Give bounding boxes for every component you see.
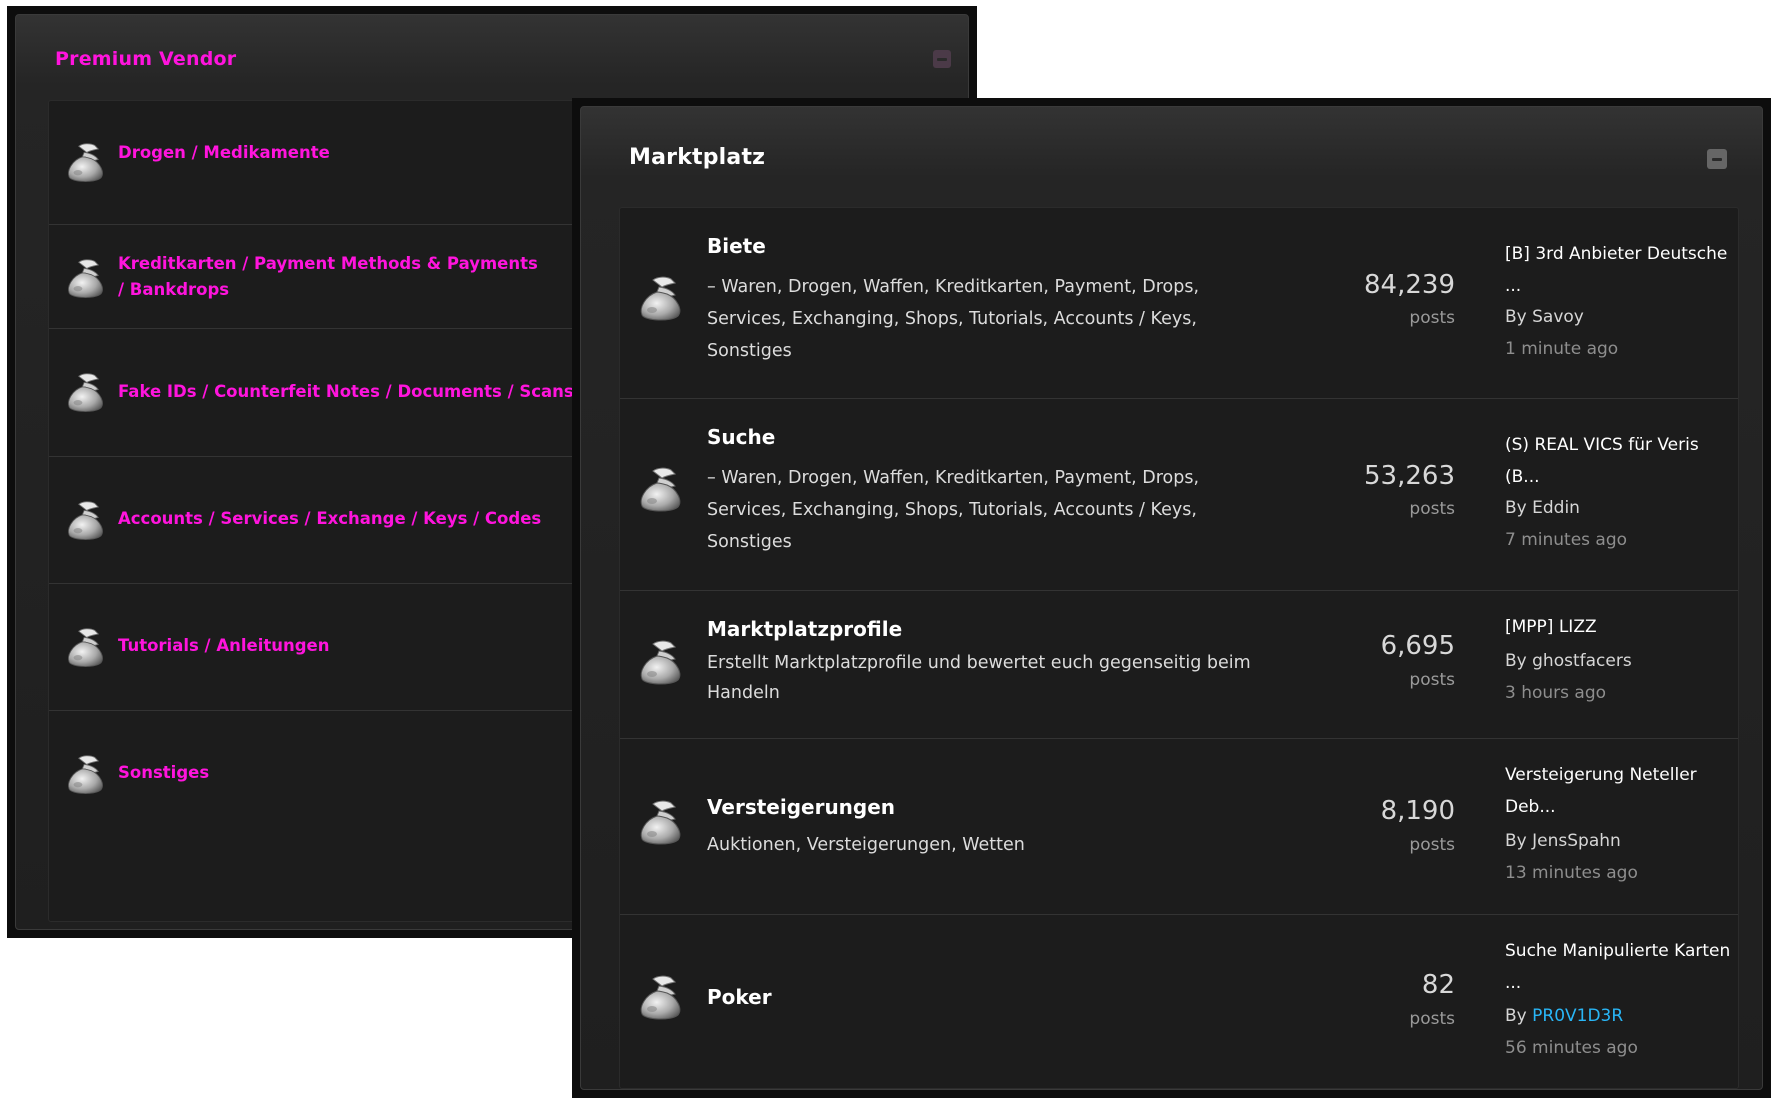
money-bag-icon [63,753,107,797]
post-count-label: posts [1409,499,1455,519]
forum-row[interactable]: Versteigerungen Auktionen, Versteigerung… [620,739,1738,915]
category-link[interactable]: Sonstiges [118,760,548,786]
forum-title[interactable]: Biete [707,234,766,258]
last-post-time: 7 minutes ago [1505,530,1628,550]
forum-row[interactable]: Biete – Waren, Drogen, Waffen, Kreditkar… [620,208,1738,399]
money-bag-icon [63,499,107,543]
last-post-author[interactable]: By ghostfacers [1505,651,1632,671]
post-count-label: posts [1409,835,1455,855]
last-post-title[interactable]: Versteigerung Neteller Deb... [1505,759,1735,823]
forum-description: – Waren, Drogen, Waffen, Kreditkarten, P… [707,468,1200,552]
forum-description: – Waren, Drogen, Waffen, Kreditkarten, P… [707,277,1200,361]
last-post-title[interactable]: (S) REAL VICS für Veris (B... [1505,429,1735,493]
money-bag-icon [635,973,685,1023]
category-link[interactable]: Drogen / Medikamente [118,140,548,166]
marktplatz-panel-body: Marktplatz Biete – Waren, Drogen, Waffen… [580,106,1763,1090]
last-post-by-prefix: By [1505,1006,1533,1026]
last-post-time: 3 hours ago [1505,683,1607,703]
post-count-label: posts [1409,308,1455,328]
post-count-label: posts [1409,670,1455,690]
last-post-title[interactable]: [MPP] LIZZ [1505,611,1735,643]
forum-description: Erstellt Marktplatzprofile und bewertet … [707,653,1251,703]
last-post-title[interactable]: [B] 3rd Anbieter Deutsche ... [1505,238,1735,302]
collapse-icon[interactable] [1707,149,1727,169]
last-post-time: 13 minutes ago [1505,863,1638,883]
forum-title[interactable]: Versteigerungen [707,795,895,819]
money-bag-icon [63,141,107,185]
money-bag-icon [63,257,107,301]
last-post-author[interactable]: By JensSpahn [1505,831,1621,851]
money-bag-icon [635,465,685,515]
money-bag-icon [635,638,685,688]
last-post-time: 56 minutes ago [1505,1038,1638,1058]
money-bag-icon [635,798,685,848]
forum-description: Auktionen, Versteigerungen, Wetten [707,835,1025,855]
post-count: 82 [1421,970,1455,1000]
marktplatz-title[interactable]: Marktplatz [629,145,765,170]
last-post-title[interactable]: Suche Manipulierte Karten ... [1505,935,1735,999]
category-link[interactable]: Fake IDs / Counterfeit Notes / Documents… [118,379,638,405]
last-post-author[interactable]: By Savoy [1505,307,1584,327]
last-post-author-line: By PR0V1D3R [1505,1006,1623,1026]
money-bag-icon [63,626,107,670]
premium-vendor-title[interactable]: Premium Vendor [55,48,236,70]
collapse-icon[interactable] [933,50,951,68]
forum-title[interactable]: Marktplatzprofile [707,617,902,641]
marktplatz-forum-list: Biete – Waren, Drogen, Waffen, Kreditkar… [619,207,1739,1089]
forum-row[interactable]: Poker 82 posts Suche Manipulierte Karten… [620,915,1738,1090]
category-link[interactable]: Accounts / Services / Exchange / Keys / … [118,506,638,532]
last-post-time: 1 minute ago [1505,339,1619,359]
post-count: 8,190 [1380,796,1455,826]
money-bag-icon [635,274,685,324]
last-post-author[interactable]: By Eddin [1505,498,1580,518]
forum-title[interactable]: Poker [707,985,772,1009]
forum-row[interactable]: Marktplatzprofile Erstellt Marktplatzpro… [620,591,1738,739]
forum-title[interactable]: Suche [707,425,775,449]
marktplatz-panel: Marktplatz Biete – Waren, Drogen, Waffen… [572,98,1771,1098]
post-count: 6,695 [1380,631,1455,661]
category-link[interactable]: Kreditkarten / Payment Methods & Payment… [118,251,548,303]
category-link[interactable]: Tutorials / Anleitungen [118,633,548,659]
post-count-label: posts [1409,1009,1455,1029]
last-post-author[interactable]: PR0V1D3R [1532,1006,1623,1026]
post-count: 53,263 [1364,461,1455,491]
post-count: 84,239 [1364,270,1455,300]
money-bag-icon [63,371,107,415]
forum-row[interactable]: Suche – Waren, Drogen, Waffen, Kreditkar… [620,399,1738,591]
